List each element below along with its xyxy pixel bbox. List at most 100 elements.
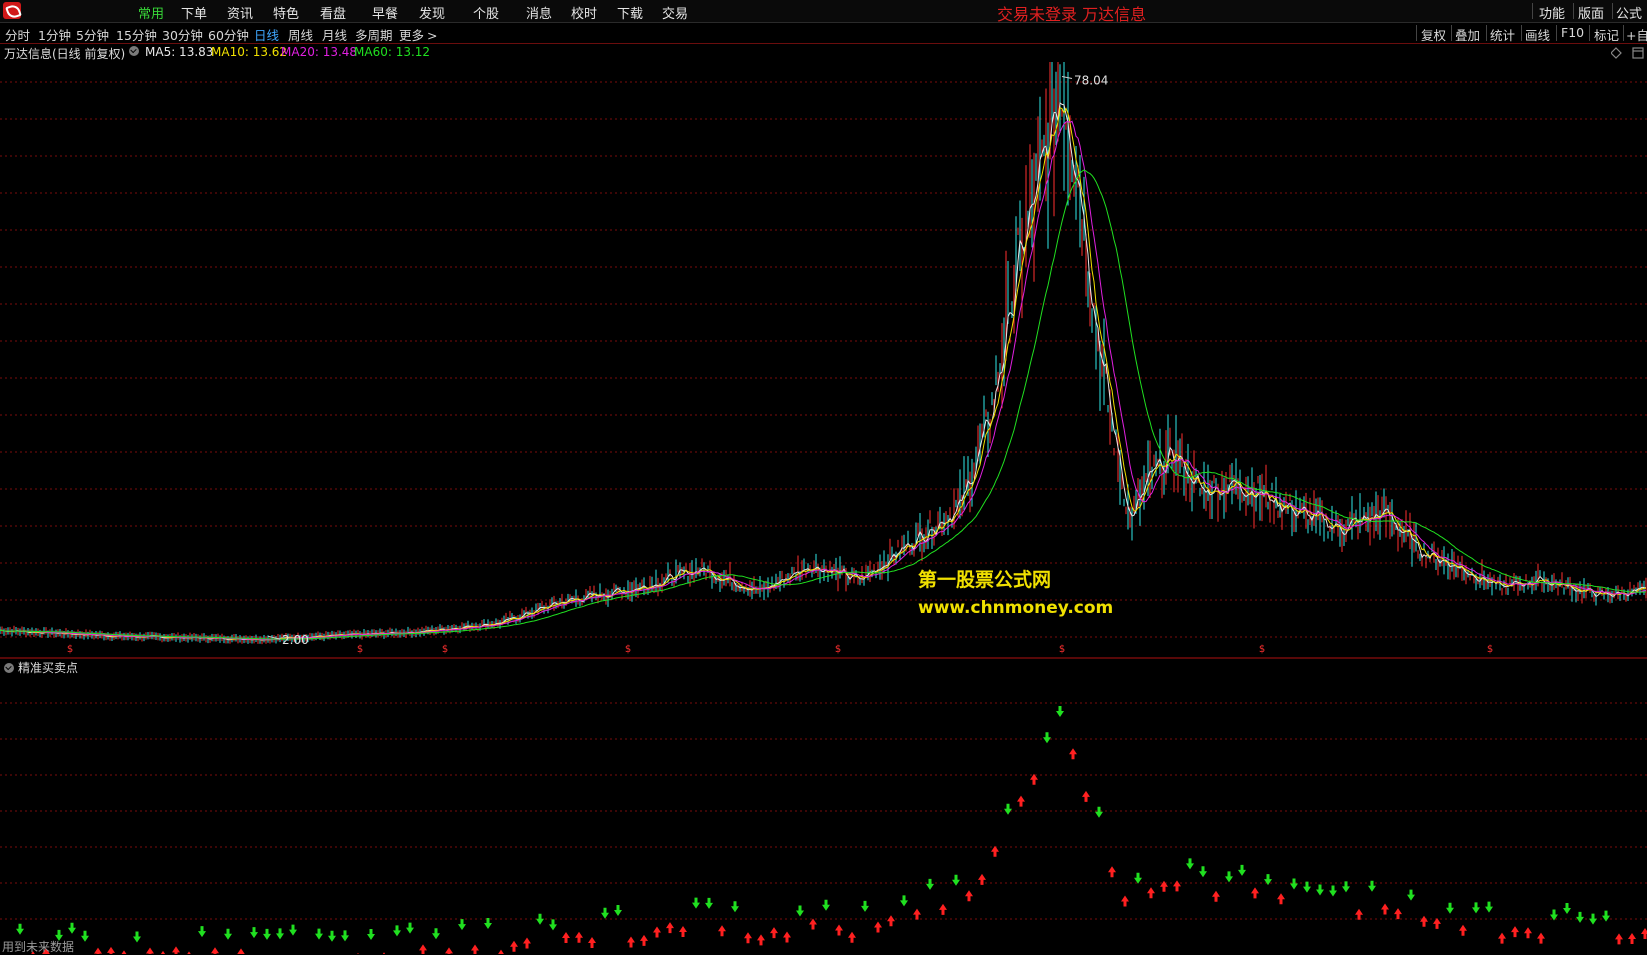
- menu-divider: [1532, 3, 1533, 19]
- sell-arrow-icon: [1095, 806, 1103, 818]
- buy-arrow-icon: [94, 947, 102, 954]
- sell-arrow-icon: [1589, 913, 1597, 925]
- buy-arrow-icon: [1511, 926, 1519, 938]
- buy-arrow-icon: [1498, 932, 1506, 944]
- toolbar-f10-button[interactable]: F10: [1561, 25, 1584, 40]
- buy-arrow-icon: [978, 873, 986, 885]
- status-text: 交易未登录 万达信息: [997, 5, 1147, 24]
- dividend-marker: $: [442, 644, 448, 655]
- sell-arrow-icon: [1368, 880, 1376, 892]
- ma10-value: MA10: 13.62: [211, 45, 288, 59]
- ma-line-ma5: [0, 101, 1647, 641]
- sell-arrow-icon: [1186, 858, 1194, 870]
- menu-item-common[interactable]: 常用: [138, 3, 164, 22]
- menu-item-order[interactable]: 下单: [181, 3, 207, 22]
- period-tab-daily[interactable]: 日线: [254, 25, 279, 44]
- panel-controls: [1610, 47, 1645, 63]
- buy-arrow-icon: [991, 845, 999, 857]
- buy-arrow-icon: [510, 940, 518, 952]
- sell-arrow-icon: [198, 926, 206, 938]
- sell-arrow-icon: [1316, 884, 1324, 896]
- buy-arrow-icon: [627, 936, 635, 948]
- sell-arrow-icon: [1290, 878, 1298, 890]
- period-tab-60min[interactable]: 60分钟: [208, 25, 249, 44]
- app-logo-icon[interactable]: [3, 2, 21, 19]
- dividend-marker: $: [1059, 644, 1065, 655]
- sell-arrow-icon: [393, 925, 401, 937]
- menu-item-stock[interactable]: 个股: [473, 3, 499, 22]
- menu-item-download[interactable]: 下载: [617, 3, 643, 22]
- buy-arrow-icon: [211, 947, 219, 954]
- menu-item-formula[interactable]: 公式: [1616, 3, 1642, 22]
- buy-arrow-icon: [1069, 748, 1077, 760]
- sell-arrow-icon: [458, 919, 466, 931]
- buy-arrow-icon: [718, 925, 726, 937]
- period-tab-intraday[interactable]: 分时: [5, 25, 30, 44]
- kline-chart[interactable]: 78.04 2.00 $ $ $ $ $ $ $ $: [0, 62, 1647, 954]
- toolbar-divider: [1623, 25, 1624, 41]
- sell-arrow-icon: [1602, 910, 1610, 922]
- period-tab-monthly[interactable]: 月线: [322, 25, 347, 44]
- dividend-marker: $: [357, 644, 363, 655]
- toolbar-divider: [1451, 25, 1452, 41]
- menu-item-breakfast[interactable]: 早餐: [372, 3, 398, 22]
- menu-item-function[interactable]: 功能: [1539, 3, 1565, 22]
- buy-arrow-icon: [939, 903, 947, 915]
- menu-item-featured[interactable]: 特色: [273, 3, 299, 22]
- buy-arrow-icon: [1251, 887, 1259, 899]
- buy-arrow-icon: [146, 947, 154, 954]
- buy-arrow-icon: [679, 925, 687, 937]
- buy-arrow-icon: [498, 949, 504, 954]
- period-tab-15min[interactable]: 15分钟: [116, 25, 157, 44]
- menu-item-trade[interactable]: 交易: [662, 3, 688, 22]
- menu-item-timesync[interactable]: 校时: [571, 3, 597, 22]
- buy-arrow-icon: [783, 931, 791, 943]
- indicator-toggle-icon[interactable]: [4, 663, 14, 673]
- toolbar-adjust-button[interactable]: 复权: [1421, 25, 1446, 44]
- period-tab-multi[interactable]: 多周期: [355, 25, 393, 44]
- buy-arrow-icon: [965, 890, 973, 902]
- toolbar-mark-button[interactable]: 标记: [1594, 25, 1619, 44]
- sell-arrow-icon: [861, 900, 869, 912]
- menu-item-messages[interactable]: 消息: [526, 3, 552, 22]
- buy-arrow-icon: [1173, 880, 1181, 892]
- menu-item-market[interactable]: 看盘: [320, 3, 346, 22]
- toolbar-stats-button[interactable]: 统计: [1490, 25, 1515, 44]
- buy-arrow-icon: [1277, 893, 1285, 905]
- ma5-value: MA5: 13.83: [145, 45, 214, 59]
- sell-arrow-icon: [68, 922, 76, 934]
- buy-arrow-icon: [1160, 880, 1168, 892]
- period-tab-1min[interactable]: 1分钟: [38, 25, 71, 44]
- toolbar-custom-button[interactable]: +自: [1626, 25, 1647, 44]
- sell-arrow-icon: [601, 907, 609, 919]
- sell-arrow-icon: [705, 897, 713, 909]
- sell-arrow-icon: [1303, 881, 1311, 893]
- period-tab-5min[interactable]: 5分钟: [76, 25, 109, 44]
- sell-arrow-icon: [263, 928, 271, 940]
- sell-arrow-icon: [224, 928, 232, 940]
- menu-item-layout[interactable]: 版面: [1578, 3, 1604, 22]
- ma60-value: MA60: 13.12: [354, 45, 431, 59]
- sell-arrow-icon: [796, 905, 804, 917]
- chevron-right-icon: >: [427, 28, 438, 43]
- period-tab-more[interactable]: 更多 >: [399, 25, 438, 44]
- menu-item-discover[interactable]: 发现: [419, 3, 445, 22]
- period-tab-weekly[interactable]: 周线: [288, 25, 313, 44]
- sell-arrow-icon: [822, 899, 830, 911]
- buy-arrow-icon: [1524, 927, 1532, 939]
- sell-arrow-icon: [276, 928, 284, 940]
- buy-arrow-icon: [1394, 908, 1402, 920]
- sell-arrow-icon: [484, 917, 492, 929]
- toolbar-divider: [1521, 25, 1522, 41]
- sell-arrow-icon: [1134, 872, 1142, 884]
- toolbar-divider: [1416, 25, 1417, 41]
- period-tab-30min[interactable]: 30分钟: [162, 25, 203, 44]
- toolbar-overlay-button[interactable]: 叠加: [1455, 25, 1480, 44]
- toolbar-draw-button[interactable]: 画线: [1525, 25, 1550, 44]
- toolbar-divider: [1486, 25, 1487, 41]
- buy-arrow-icon: [575, 931, 583, 943]
- menu-item-news[interactable]: 资讯: [227, 3, 253, 22]
- dividend-marker: $: [1259, 644, 1265, 655]
- low-price-label: 2.00: [282, 633, 309, 647]
- buy-arrow-icon: [1355, 908, 1363, 920]
